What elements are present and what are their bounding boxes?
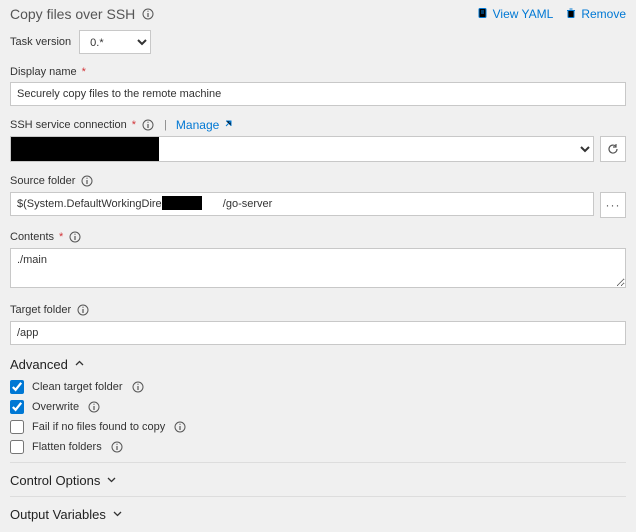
redacted-value bbox=[162, 196, 202, 210]
browse-button[interactable]: ··· bbox=[600, 192, 626, 218]
contents-label: Contents bbox=[10, 231, 54, 243]
chevron-up-icon bbox=[74, 357, 85, 372]
info-icon[interactable] bbox=[87, 400, 101, 414]
flatten-folders-checkbox[interactable] bbox=[10, 440, 24, 454]
remove-label: Remove bbox=[581, 7, 626, 21]
control-options-title: Control Options bbox=[10, 473, 100, 488]
overwrite-checkbox[interactable] bbox=[10, 400, 24, 414]
redacted-value bbox=[11, 137, 159, 161]
refresh-button[interactable] bbox=[600, 136, 626, 162]
info-icon[interactable] bbox=[141, 118, 155, 132]
view-yaml-link[interactable]: View YAML bbox=[477, 7, 554, 22]
required-marker: * bbox=[82, 66, 86, 78]
info-icon[interactable] bbox=[173, 420, 187, 434]
overwrite-label: Overwrite bbox=[32, 401, 79, 413]
output-variables-toggle[interactable]: Output Variables bbox=[10, 507, 626, 522]
target-folder-input[interactable] bbox=[10, 321, 626, 345]
info-icon[interactable] bbox=[80, 174, 94, 188]
source-folder-label: Source folder bbox=[10, 175, 75, 187]
yaml-icon bbox=[477, 7, 489, 22]
advanced-section-toggle[interactable]: Advanced bbox=[10, 357, 626, 372]
flatten-folders-label: Flatten folders bbox=[32, 441, 102, 453]
info-icon[interactable] bbox=[131, 380, 145, 394]
required-marker: * bbox=[132, 119, 136, 131]
fail-no-files-label: Fail if no files found to copy bbox=[32, 421, 165, 433]
clean-target-checkbox[interactable] bbox=[10, 380, 24, 394]
advanced-title: Advanced bbox=[10, 357, 68, 372]
manage-label: Manage bbox=[176, 118, 219, 132]
info-icon[interactable] bbox=[110, 440, 124, 454]
remove-link[interactable]: Remove bbox=[565, 7, 626, 22]
clean-target-label: Clean target folder bbox=[32, 381, 123, 393]
trash-icon bbox=[565, 7, 577, 22]
separator: | bbox=[164, 119, 167, 131]
required-marker: * bbox=[59, 231, 63, 243]
control-options-toggle[interactable]: Control Options bbox=[10, 473, 626, 488]
external-icon bbox=[223, 118, 233, 132]
task-version-label: Task version bbox=[10, 36, 71, 48]
page-title: Copy files over SSH bbox=[10, 6, 135, 22]
view-yaml-label: View YAML bbox=[493, 7, 554, 21]
display-name-input[interactable] bbox=[10, 82, 626, 106]
target-folder-label: Target folder bbox=[10, 304, 71, 316]
info-icon[interactable] bbox=[141, 7, 155, 21]
manage-link[interactable]: Manage bbox=[176, 118, 233, 132]
chevron-down-icon bbox=[106, 473, 117, 488]
task-version-select[interactable]: 0.* bbox=[79, 30, 151, 54]
contents-textarea[interactable]: ./main bbox=[10, 248, 626, 288]
info-icon[interactable] bbox=[68, 230, 82, 244]
chevron-down-icon bbox=[112, 507, 123, 522]
display-name-label: Display name bbox=[10, 66, 77, 78]
fail-no-files-checkbox[interactable] bbox=[10, 420, 24, 434]
ssh-label: SSH service connection bbox=[10, 119, 127, 131]
info-icon[interactable] bbox=[76, 303, 90, 317]
output-variables-title: Output Variables bbox=[10, 507, 106, 522]
source-folder-input[interactable] bbox=[10, 192, 594, 216]
